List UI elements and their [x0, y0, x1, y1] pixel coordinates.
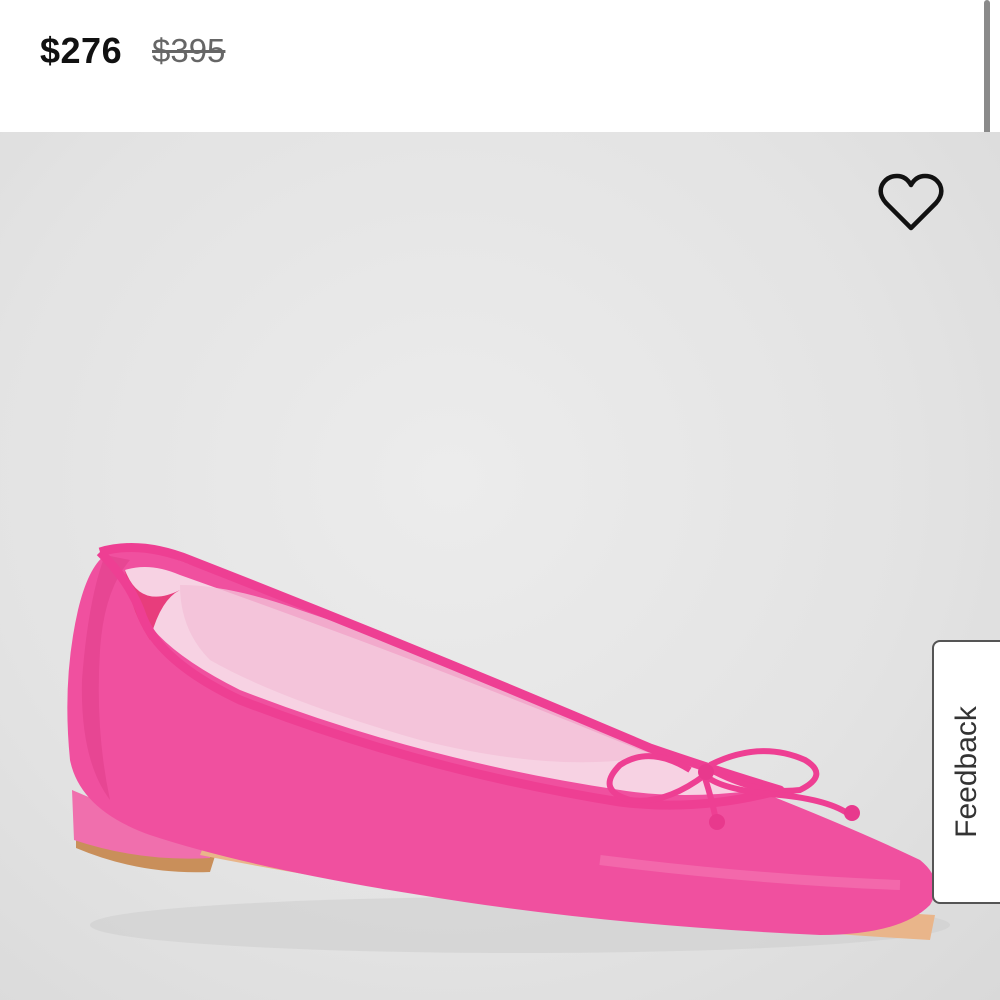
shoe-illustration: [67, 543, 950, 953]
wishlist-button[interactable]: [876, 170, 946, 236]
feedback-tab[interactable]: Feedback: [932, 640, 1000, 904]
feedback-label: Feedback: [950, 706, 983, 838]
heart-outline-icon: [878, 173, 944, 231]
price-bar: $276 $395: [0, 0, 1000, 132]
product-image[interactable]: [0, 132, 1000, 1000]
original-price: $395: [152, 32, 226, 69]
current-price: $276: [40, 30, 123, 71]
